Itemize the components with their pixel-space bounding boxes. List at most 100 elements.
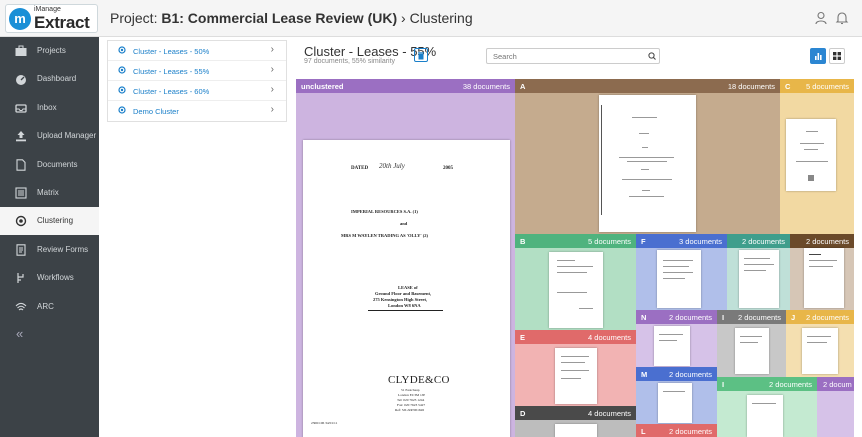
sidebar-item-workflows[interactable]: Workflows bbox=[0, 264, 99, 292]
cluster-tile-unclustered[interactable]: unclustered 38 documents DATED 20th July… bbox=[296, 79, 515, 437]
cluster-name: F bbox=[641, 237, 646, 246]
cluster-doc-count: 4 documents bbox=[588, 333, 631, 342]
cluster-doc-count: 5 documents bbox=[806, 82, 849, 91]
clustering-icon bbox=[15, 215, 27, 227]
cluster-tile-unnamed-1[interactable]: 2 documents bbox=[727, 234, 790, 310]
cluster-tile-a[interactable]: A 18 documents bbox=[515, 79, 780, 234]
cluster-tile-m[interactable]: M 2 documents bbox=[636, 367, 717, 424]
cluster-tile-header: J 2 documents bbox=[786, 310, 854, 324]
sidebar-item-label: Inbox bbox=[37, 103, 57, 112]
cluster-tile-j[interactable]: J 2 documents bbox=[786, 310, 854, 377]
cluster-tile-header: M 2 documents bbox=[636, 367, 717, 381]
cluster-doc-count: 18 documents bbox=[727, 82, 775, 91]
search-input[interactable] bbox=[486, 48, 660, 64]
cluster-list-item-label: Cluster - Leases - 50% bbox=[133, 47, 210, 56]
bell-icon[interactable] bbox=[835, 11, 849, 25]
sidebar-item-clustering[interactable]: Clustering bbox=[0, 207, 99, 235]
cluster-name: J bbox=[791, 313, 796, 322]
cluster-name: I bbox=[722, 313, 725, 322]
sidebar-item-matrix[interactable]: Matrix bbox=[0, 179, 99, 207]
cluster-list-item[interactable]: Cluster - Leases - 60% › bbox=[108, 81, 286, 101]
search-button[interactable] bbox=[645, 48, 660, 64]
document-thumbnail[interactable] bbox=[658, 383, 692, 423]
cluster-name: D bbox=[520, 409, 526, 418]
document-thumbnail[interactable] bbox=[654, 326, 690, 366]
workflow-icon bbox=[17, 273, 24, 283]
cluster-list-item[interactable]: Cluster - Leases - 55% › bbox=[108, 61, 286, 81]
document-thumbnail[interactable] bbox=[555, 348, 597, 404]
cluster-bullet-icon bbox=[118, 46, 126, 54]
cluster-name: A bbox=[520, 82, 526, 91]
chevron-right-icon: › bbox=[270, 104, 274, 115]
delete-cluster-button[interactable] bbox=[414, 48, 428, 62]
cluster-tile-header: N 2 documents bbox=[636, 310, 717, 324]
cluster-tile-unnamed-3[interactable]: 2 docum bbox=[817, 377, 854, 437]
cluster-tile-d[interactable]: D 4 documents bbox=[515, 406, 636, 437]
doc-firm-line-1: 51 Eastcheap bbox=[401, 388, 420, 392]
doc-dated-label: DATED bbox=[351, 166, 369, 171]
breadcrumb-project[interactable]: B1: Commercial Lease Review (UK) bbox=[161, 10, 397, 26]
cluster-tile-header: I 2 documents bbox=[717, 310, 786, 324]
sidebar-item-inbox[interactable]: Inbox bbox=[0, 94, 99, 122]
grid-icon bbox=[833, 52, 841, 60]
doc-footer-ref: 2306/106 34/01/11 bbox=[311, 421, 338, 425]
cluster-doc-count: 2 documents bbox=[738, 313, 781, 322]
document-thumbnail[interactable] bbox=[657, 250, 701, 308]
document-thumbnail[interactable] bbox=[786, 119, 836, 191]
cluster-bullet-icon bbox=[118, 66, 126, 74]
cluster-tile-f[interactable]: F 3 documents bbox=[636, 234, 727, 310]
cluster-doc-count: 2 documents bbox=[669, 427, 712, 436]
user-icon[interactable] bbox=[814, 11, 828, 25]
cluster-tile-header: I 2 documents bbox=[717, 377, 817, 391]
sidebar-item-label: Workflows bbox=[37, 273, 74, 282]
cluster-tile-c[interactable]: C 5 documents bbox=[780, 79, 854, 234]
cluster-tile-i-green[interactable]: I 2 documents bbox=[717, 377, 817, 437]
cluster-doc-count: 4 documents bbox=[588, 409, 631, 418]
document-thumbnail[interactable] bbox=[804, 248, 844, 308]
sidebar-item-documents[interactable]: Documents bbox=[0, 151, 99, 179]
cluster-list-item[interactable]: Cluster - Leases - 50% › bbox=[108, 41, 286, 61]
document-thumbnail[interactable] bbox=[747, 395, 783, 437]
cluster-doc-count: 2 docum bbox=[823, 380, 852, 389]
imanage-extract-logo[interactable]: m iManage Extract bbox=[5, 4, 98, 33]
cluster-doc-count: 2 documents bbox=[769, 380, 812, 389]
document-icon bbox=[16, 159, 26, 171]
doc-party-2: MRS M WAYLEN TRADING AS 'OLLY' (2) bbox=[341, 233, 429, 238]
cluster-tile-l[interactable]: L 2 documents bbox=[636, 424, 717, 437]
trash-icon bbox=[418, 52, 424, 60]
document-thumbnail[interactable] bbox=[599, 95, 696, 232]
briefcase-icon bbox=[15, 45, 27, 56]
sidebar-item-review-forms[interactable]: Review Forms bbox=[0, 236, 99, 264]
doc-firm-line-2: London EC3M 1JP bbox=[398, 393, 426, 397]
sidebar-item-upload-manager[interactable]: Upload Manager bbox=[0, 122, 99, 150]
cluster-tile-n[interactable]: N 2 documents bbox=[636, 310, 717, 367]
doc-lease-line-1: Ground Floor and Basement, bbox=[375, 291, 432, 296]
sidebar-item-arc[interactable]: ARC bbox=[0, 293, 99, 321]
cluster-tile-e[interactable]: E 4 documents bbox=[515, 330, 636, 406]
cluster-name: E bbox=[520, 333, 526, 342]
cluster-tile-header: A 18 documents bbox=[515, 79, 780, 93]
sidebar-item-dashboard[interactable]: Dashboard bbox=[0, 65, 99, 93]
document-thumbnail[interactable] bbox=[555, 424, 597, 437]
grid-view-toggle[interactable] bbox=[829, 48, 845, 64]
doc-lease-line-2: 275 Kensington High Street, bbox=[373, 297, 428, 302]
document-thumbnail[interactable] bbox=[739, 250, 779, 308]
doc-firm-line-5: Ref: SJL/RP/001626 bbox=[395, 408, 425, 412]
doc-and: and bbox=[400, 221, 408, 226]
document-thumbnail[interactable]: DATED 20th July 2005 IMPERIAL RESOURCES … bbox=[303, 140, 510, 437]
cluster-subtitle: 97 documents, 55% similarity bbox=[304, 58, 396, 65]
document-thumbnail[interactable] bbox=[735, 328, 769, 374]
app-header: m iManage Extract Project: B1: Commercia… bbox=[0, 0, 862, 37]
sidebar: Projects Dashboard Inbox Upload Manager … bbox=[0, 37, 99, 437]
cluster-list-item[interactable]: Demo Cluster › bbox=[108, 101, 286, 121]
collapse-sidebar-icon[interactable]: « bbox=[16, 326, 23, 341]
cluster-name: M bbox=[641, 370, 648, 379]
breadcrumb-current: Clustering bbox=[409, 10, 473, 26]
cluster-tile-b[interactable]: B 5 documents bbox=[515, 234, 636, 330]
cluster-tile-i[interactable]: I 2 documents bbox=[717, 310, 786, 377]
document-thumbnail[interactable] bbox=[802, 328, 838, 374]
document-thumbnail[interactable] bbox=[549, 252, 603, 328]
cluster-tile-unnamed-2[interactable]: 2 documents bbox=[790, 234, 854, 310]
chart-view-toggle[interactable] bbox=[810, 48, 826, 64]
sidebar-item-projects[interactable]: Projects bbox=[0, 37, 99, 65]
